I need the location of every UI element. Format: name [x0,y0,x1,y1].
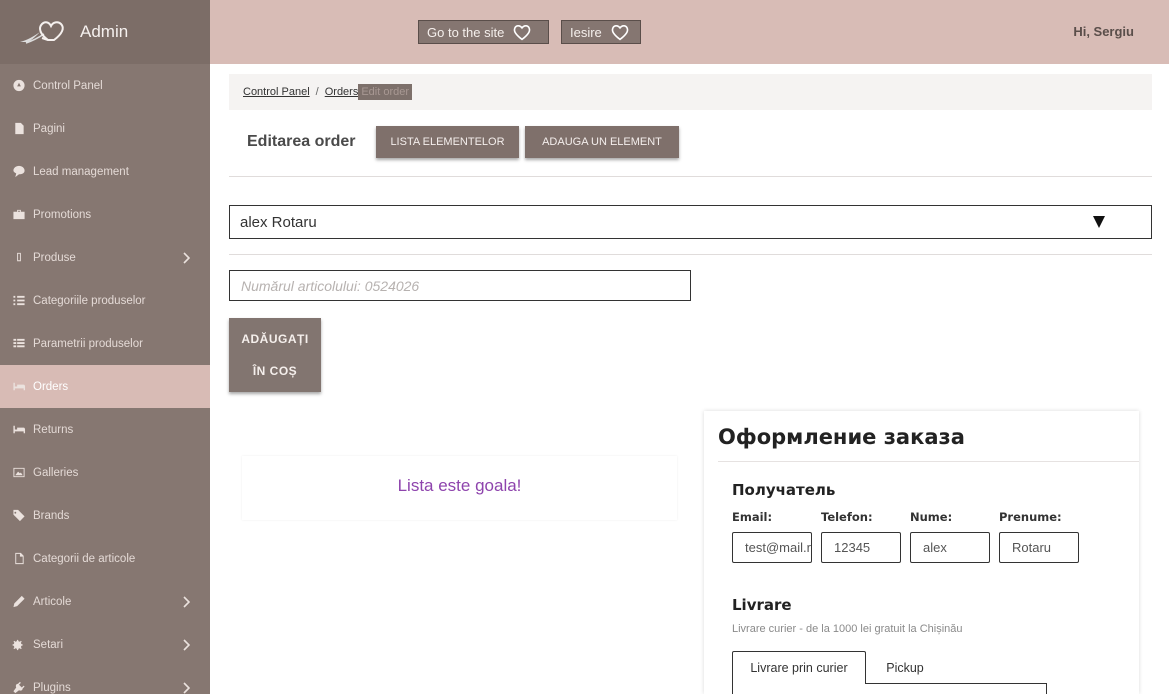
last-name-field[interactable] [910,532,990,563]
sidebar: Admin Control Panel Pagini Lead management… [0,0,210,694]
add-to-cart-label-line1: ADĂUGAȚI [241,332,309,346]
heart-icon [611,25,629,41]
go-to-site-label: Go to the site [427,24,505,40]
last-name-label: Nume: [910,510,953,524]
briefcase-icon [10,208,28,222]
checkout-title: Оформление заказа [718,425,965,449]
bed-icon [10,423,28,437]
chevron-right-icon [182,638,191,651]
dashboard-icon [10,79,28,93]
sidebar-item-setari[interactable]: Setari [0,623,210,666]
breadcrumb-current: Edit order [358,84,413,100]
add-item-button[interactable]: ADAUGA UN ELEMENT [525,126,679,158]
sidebar-item-label: Promotions [33,208,92,221]
phone-field[interactable] [821,532,901,563]
sidebar-item-pagini[interactable]: Pagini [0,107,210,150]
sidebar-item-label: Categorii de articole [33,552,136,565]
add-to-cart-label-line2: ÎN COȘ [252,364,298,378]
file-icon [10,122,28,136]
list-icon [10,294,28,308]
sidebar-item-label: Parametrii produselor [33,337,143,350]
sidebar-item-returns[interactable]: Returns [0,408,210,451]
sidebar-item-label: Setari [33,638,64,651]
phone-label: Telefon: [821,510,873,524]
page-title: Editarea order [247,133,356,150]
sidebar-item-articole[interactable]: Articole [0,580,210,623]
breadcrumb: Control Panel / Orders Edit order [229,74,1152,110]
sidebar-item-label: Orders [33,380,69,393]
sidebar-item-label: Brands [33,509,70,522]
go-to-site-button[interactable]: Go to the site [418,20,549,44]
chevron-right-icon [182,595,191,608]
empty-list-message: Lista este goala! [397,475,522,495]
chevron-right-icon [182,251,191,264]
breadcrumb-orders[interactable]: Orders [325,86,359,98]
sidebar-item-label: Returns [33,423,74,436]
first-name-label: Prenume: [999,510,1062,524]
plug-icon [10,681,28,694]
cogs-icon [10,638,28,652]
sidebar-item-label: Control Panel [33,79,103,92]
sidebar-item-label: Categoriile produselor [33,294,146,307]
comment-icon [10,165,28,179]
sidebar-item-label: Produse [33,251,76,264]
delivery-note: Livrare curier - de la 1000 lei gratuit … [732,623,963,635]
email-label: Email: [732,510,773,524]
article-number-input[interactable] [229,270,691,301]
sidebar-nav: Control Panel Pagini Lead management Promot… [0,64,210,694]
sidebar-item-orders[interactable]: Orders [0,365,210,408]
checkout-panel: Оформление заказа Получатель Email: Tele… [704,411,1139,694]
sidebar-item-label: Articole [33,595,72,608]
sidebar-item-categorii-de-articole[interactable]: Categorii de articole [0,537,210,580]
image-icon [10,466,28,480]
recipient-title: Получатель [732,481,836,499]
sidebar-item-brands[interactable]: Brands [0,494,210,537]
list-items-button[interactable]: LISTA ELEMENTELOR [376,126,519,158]
logo-text: Admin [80,22,129,41]
chevron-right-icon [182,681,191,694]
tab-courier-delivery[interactable]: Livrare prin curier [732,651,866,684]
tag-icon [10,509,28,523]
delivery-title: Livrare [732,596,792,614]
sidebar-item-galleries[interactable]: Galleries [0,451,210,494]
email-field[interactable] [732,532,812,563]
table-list-icon [10,337,28,351]
sidebar-item-lead-management[interactable]: Lead management [0,150,210,193]
sidebar-item-produse[interactable]: Produse [0,236,210,279]
sidebar-item-label: Plugins [33,681,71,694]
first-name-field[interactable] [999,532,1079,563]
top-header: Go to the site Iesire Hi, Sergiu [210,0,1169,64]
sidebar-item-promotions[interactable]: Promotions [0,193,210,236]
bed-icon [10,380,28,394]
sidebar-item-parametrii-produselor[interactable]: Parametrii produselor [0,322,210,365]
sidebar-item-label: Galleries [33,466,79,479]
file-outline-icon [10,552,28,566]
empty-list-box: Lista este goala! [242,456,677,520]
sidebar-item-label: Pagini [33,122,65,135]
divider [718,461,1139,462]
pencil-icon [10,595,28,609]
sidebar-item-plugins[interactable]: Plugins [0,666,210,694]
mobile-icon [10,251,28,265]
add-to-cart-button[interactable]: ADĂUGAȚI ÎN COȘ [229,318,321,392]
caret-down-icon [1093,216,1105,228]
client-select[interactable]: alex Rotaru [229,205,1152,239]
sidebar-item-control-panel[interactable]: Control Panel [0,64,210,107]
exit-label: Iesire [570,24,602,40]
client-select-value: alex Rotaru [240,213,317,231]
divider [229,176,1152,177]
heart-icon [513,25,531,41]
divider [229,254,1152,255]
tab-panel [732,683,1047,694]
breadcrumb-separator: / [315,86,319,98]
breadcrumb-control-panel[interactable]: Control Panel [243,86,310,98]
logo[interactable]: Admin [0,0,210,64]
exit-button[interactable]: Iesire [561,20,641,44]
user-greeting[interactable]: Hi, Sergiu [1073,24,1134,39]
tab-pickup[interactable]: Pickup [870,651,940,684]
logo-heart-icon [20,21,64,44]
sidebar-item-categoriile-produselor[interactable]: Categoriile produselor [0,279,210,322]
sidebar-item-label: Lead management [33,165,129,178]
